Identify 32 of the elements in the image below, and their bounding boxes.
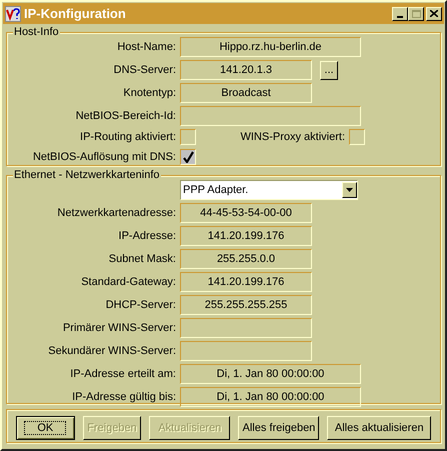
field-label: Standard-Gateway:	[80, 274, 176, 290]
field-label: IP-Adresse:	[118, 228, 176, 244]
field-label: Knotentyp:	[122, 86, 176, 101]
read-only-field: 255.255.255.255	[180, 295, 312, 315]
field-label: Host-Name:	[116, 40, 176, 55]
read-only-field: Broadcast	[180, 83, 312, 103]
window-title: IP-Konfiguration	[24, 4, 127, 23]
read-only-field: 44-45-53-54-00-00	[180, 203, 312, 223]
read-only-field: 255.255.0.0	[180, 249, 312, 269]
field-label: Subnet Mask:	[108, 252, 176, 267]
field-label: Sekundärer WINS-Server:	[47, 344, 176, 359]
read-only-field: 141.20.199.176	[180, 226, 312, 246]
field-label: DNS-Server:	[112, 62, 176, 78]
field-label: IP-Adresse erteilt am:	[69, 366, 176, 382]
field-label: Netzwerkkartenadresse:	[56, 206, 176, 221]
dialog-button[interactable]: Alles aktualisieren	[327, 416, 432, 440]
dialog-button[interactable]: OK	[16, 416, 75, 440]
read-only-field: Di, 1. Jan 80 00:00:00	[180, 364, 361, 384]
read-only-field: 141.20.199.176	[180, 272, 312, 292]
dialog-button[interactable]: Alles freigeben	[238, 416, 320, 440]
read-only-field: 141.20.1.3	[180, 60, 312, 80]
field-label: NetBIOS-Bereich-Id:	[74, 108, 176, 124]
checkbox-label: IP-Routing aktiviert:	[79, 130, 176, 145]
adapter-dropdown[interactable]: PPP Adapter.	[180, 180, 358, 200]
read-only-field: Hippo.rz.hu-berlin.de	[180, 37, 361, 57]
checkbox-label: WINS-Proxy aktiviert:	[239, 130, 345, 145]
field-label: DHCP-Server:	[104, 298, 176, 313]
browse-button[interactable]: ...	[320, 60, 338, 80]
checkbox-label: NetBIOS-Auflösung mit DNS:	[32, 150, 176, 164]
field-label: Primärer WINS-Server:	[62, 320, 176, 336]
field-label: IP-Adresse gültig bis:	[71, 390, 176, 405]
read-only-field: Di, 1. Jan 80 00:00:00	[180, 387, 361, 407]
